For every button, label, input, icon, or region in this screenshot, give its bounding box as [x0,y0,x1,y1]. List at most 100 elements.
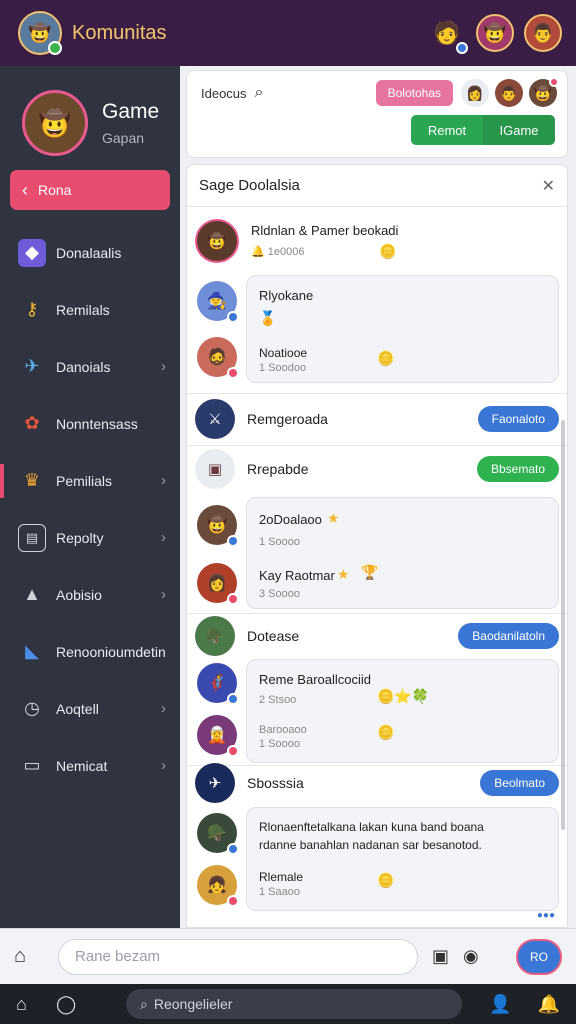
avatar: 🧝 [197,715,239,757]
group-join-button[interactable]: Faonaloto [477,406,559,432]
bubble-title: Rlyokane [259,288,314,303]
bubble-count: 1 Soooo [259,536,300,548]
chevron-left-icon: ‹ [22,179,28,200]
medal-icon: 🏅 [259,310,277,326]
search-icon: ⌕ [140,995,148,1012]
member-avatar[interactable]: 👩 [461,79,489,107]
sidebar-item-9[interactable]: ▭ Nemicat › [0,737,180,794]
group-avatar: 🪖 [195,616,235,656]
member-avatar[interactable]: 🤠 [529,77,559,107]
sidebar-item-8[interactable]: ◷ Aoqtell › [0,680,180,737]
bell-icon: 🔔 [251,246,265,258]
avatar: 🦸 [197,663,239,705]
camera-icon[interactable]: ◉ [463,946,479,967]
friend-avatar[interactable]: 👨 [524,14,562,52]
chevron-right-icon: › [161,586,166,603]
avatar: 🧔 [197,337,239,379]
profile-avatar: 🤠 [22,90,88,156]
message-bubble[interactable]: 2oDoalaoo ★ 1 Soooo Kay Raotmar ★ 🏆 3 So… [246,497,559,609]
sidebar-item-3[interactable]: ✿ Nonntensass [0,395,180,452]
avatar: 👩 [197,563,239,605]
group-join-button[interactable]: Baodanilatoln [458,623,559,649]
plane-icon: ✈ [24,356,40,376]
avatar: 🤠 [197,505,239,547]
seg-left-button[interactable]: Remot [411,115,483,145]
thread-3: 🦸 🧝 Reme Baroallcociid 🪙⭐🍀 2 Stsoo Baroo… [187,659,567,767]
close-icon[interactable]: ✕ [542,176,555,196]
sidebar-item-6[interactable]: ▲ Aobisio › [0,566,180,623]
sidebar-item-1[interactable]: ⚷ Remilals [0,281,180,338]
bubble-count: 3 Soooo [259,588,300,600]
friend-avatar[interactable]: 🧑 [428,14,468,54]
message-bubble[interactable]: Reme Baroallcociid 🪙⭐🍀 2 Stsoo Barooaoo … [246,659,559,763]
bubble-title: 2oDoalaoo [259,512,322,527]
send-button[interactable]: RO [516,938,562,975]
group-avatar: ✈ [195,763,235,803]
search-icon[interactable]: ⌕ [255,84,264,102]
group-join-button[interactable]: Beolmato [480,770,559,796]
user-avatar[interactable]: 🤠 [18,11,62,55]
bottom-search-input[interactable]: ⌕ Reongelieler [126,989,462,1019]
group-row[interactable]: ▣ Rrepabde Bbsemato [187,445,567,493]
screen-icon[interactable]: ▣ [432,946,449,967]
profile-icon[interactable]: 👤 [489,994,511,1015]
chevron-right-icon: › [161,529,166,546]
segmented-control: Remot IGame [411,115,555,145]
group-row[interactable]: 🤠 Rldnlan & Pamer beokadi 🔔 1e0006 🪙 [187,213,567,269]
pink-button[interactable]: Bolotohas [375,80,453,106]
sidebar-item-7[interactable]: ◣ Renoonioumdetin [0,623,180,680]
composer-bar: ⌂ Rane bezam ▣ ◉ RO [0,928,576,984]
home-icon[interactable]: ⌂ [16,994,56,1015]
bubble-count: 1 Saaoo [259,886,300,898]
bubble-title: Rlemale [259,870,304,884]
home-icon[interactable]: ⌂ [14,945,46,968]
scrollbar[interactable] [561,420,565,830]
chevron-right-icon: › [161,472,166,489]
avatar: 🧙 [197,281,239,323]
friend-avatar[interactable]: 🤠 [476,14,514,52]
groups-panel: Sage Doolalsia ✕ 🤠 Rldnlan & Pamer beoka… [186,164,568,928]
sidebar-profile[interactable]: 🤠 Game Gapan [0,66,180,166]
message-bubble[interactable]: Rlonaenftetalkana lakan kuna band boana … [246,807,559,911]
sidebar-item-4[interactable]: ♛ Pemilials › [0,452,180,509]
main-content: Ideocus ⌕ Bolotohas 👩 👨 🤠 Remot IGame Sa… [180,66,576,928]
clock-icon: ◷ [24,698,40,718]
shield-icon: ◣ [25,641,39,661]
notifications-icon[interactable]: 🔔 [538,994,560,1015]
group-name: Dotease [247,628,300,644]
group-row[interactable]: 🪖 Dotease Baodanilatoln [187,613,567,659]
coin-icon: 🪙 [377,350,395,366]
group-row[interactable]: ⚔ Remgeroada Faonaloto [187,395,567,443]
member-avatar[interactable]: 👨 [495,79,523,107]
group-row[interactable]: ✈ Sbosssia Beolmato [187,763,567,803]
message-bubble[interactable]: Rlyokane 🏅 Noatiooe 1 Soodoo 🪙 [246,275,559,383]
coin-icon: 🪙 [377,872,395,888]
cube-icon: ◆ [18,238,46,267]
card-icon: ▤ [18,523,46,552]
sidebar-item-2[interactable]: ✈ Danoials › [0,338,180,395]
avatar: 🪖 [197,813,239,855]
typing-indicator: ●●● [536,910,555,921]
chat-icon[interactable]: ◯ [56,994,96,1015]
group-avatar: 🤠 [195,219,239,263]
group-avatar: ⚔ [195,399,235,439]
sidebar-item-0[interactable]: ◆ Donalaalis [0,224,180,281]
seg-right-button[interactable]: IGame [483,115,555,145]
profile-name: Game [102,100,160,123]
bottom-nav: ⌂ ◯ ⌕ Reongelieler 👤 🔔 [0,984,576,1024]
message-input[interactable]: Rane bezam [58,938,418,975]
bubble-line2: Barooaoo [259,724,307,736]
bubble-subtitle: Noatiooe [259,346,308,360]
group-name: Rrepabde [247,461,309,477]
group-name: Remgeroada [247,411,328,427]
thread-1: 🧙 🧔 Rlyokane 🏅 Noatiooe 1 Soodoo 🪙 [187,275,567,387]
back-button[interactable]: ‹ Rona [10,170,170,210]
bubble-count: 1 Soodoo [259,362,307,374]
chevron-right-icon: › [161,700,166,717]
panel-title: Sage Doolalsia [199,177,300,194]
trophy-icon: 🏆 [361,564,379,580]
group-join-button[interactable]: Bbsemato [476,456,559,482]
group-sub: 🔔 1e0006 [251,246,305,258]
sidebar-item-5[interactable]: ▤ Repolty › [0,509,180,566]
coin-icon: 🪙 [377,724,395,740]
